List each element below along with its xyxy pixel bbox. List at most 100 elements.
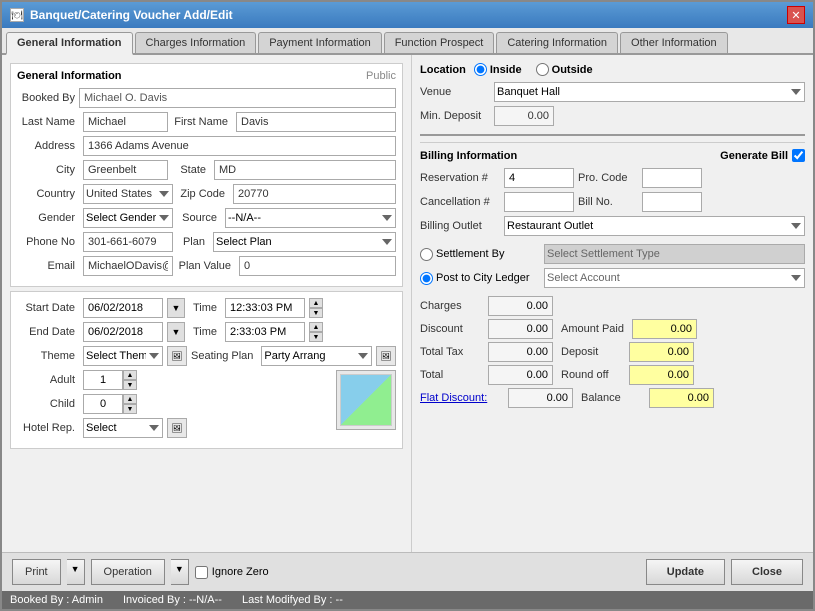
settlement-by-radio-label[interactable]: Settlement By (420, 248, 540, 261)
end-date-input[interactable] (83, 322, 163, 342)
title-bar-left: 🍽 Banquet/Catering Voucher Add/Edit (10, 8, 233, 22)
phone-label: Phone No (17, 236, 79, 248)
phone-plan-row: Phone No Plan Select Plan (17, 232, 396, 252)
tab-general-information[interactable]: General Information (6, 32, 133, 55)
city-ledger-radio-label[interactable]: Post to City Ledger (420, 272, 540, 285)
settlement-section: Settlement By Select Settlement Type Pos… (420, 244, 805, 288)
end-time-down-btn[interactable]: ▼ (309, 332, 323, 342)
child-row: Child ▲ ▼ (17, 394, 324, 414)
print-arrow-button[interactable]: ▼ (67, 559, 85, 585)
state-label: State (172, 164, 210, 176)
source-select[interactable]: --N/A-- (225, 208, 396, 228)
start-time-down-btn[interactable]: ▼ (309, 308, 323, 318)
close-button[interactable]: ✕ (787, 6, 805, 24)
tab-payment-information[interactable]: Payment Information (258, 32, 382, 53)
phone-input[interactable] (83, 232, 173, 252)
gender-select[interactable]: Select Gender (83, 208, 173, 228)
balance-input[interactable] (649, 388, 714, 408)
city-ledger-radio[interactable] (420, 272, 433, 285)
inside-label: Inside (490, 64, 522, 76)
end-date-picker-btn[interactable]: ▼ (167, 322, 185, 342)
child-up-btn[interactable]: ▲ (123, 394, 137, 404)
settlement-type-select[interactable]: Select Settlement Type (544, 244, 805, 264)
discount-input[interactable] (488, 319, 553, 339)
cancellation-input[interactable] (504, 192, 574, 212)
discount-row: Discount Amount Paid (420, 319, 805, 339)
reservation-label: Reservation # (420, 172, 500, 184)
city-input[interactable] (83, 160, 168, 180)
outside-radio[interactable] (536, 63, 549, 76)
country-select[interactable]: United States (83, 184, 173, 204)
seating-select[interactable]: Party Arrang (261, 346, 372, 366)
gender-label: Gender (17, 212, 79, 224)
billing-outlet-select[interactable]: Restaurant Outlet (504, 216, 805, 236)
start-time-up-btn[interactable]: ▲ (309, 298, 323, 308)
ignore-zero-checkbox[interactable] (195, 566, 208, 579)
adult-down-btn[interactable]: ▼ (123, 380, 137, 390)
first-name-input[interactable] (236, 112, 396, 132)
end-time-up-btn[interactable]: ▲ (309, 322, 323, 332)
general-info-box: General Information Public Booked By Las… (10, 63, 403, 287)
tab-other-information[interactable]: Other Information (620, 32, 728, 53)
adult-input[interactable] (83, 370, 123, 390)
email-input[interactable] (83, 256, 173, 276)
main-content: General Information Public Booked By Las… (2, 55, 813, 552)
tab-charges-information[interactable]: Charges Information (135, 32, 257, 53)
hotel-rep-select[interactable]: Select (83, 418, 163, 438)
flat-discount-input[interactable] (508, 388, 573, 408)
adult-up-btn[interactable]: ▲ (123, 370, 137, 380)
round-off-label: Round off (561, 369, 621, 381)
bill-no-input[interactable] (642, 192, 702, 212)
tab-function-prospect[interactable]: Function Prospect (384, 32, 495, 53)
state-input[interactable] (214, 160, 396, 180)
min-deposit-input[interactable] (494, 106, 554, 126)
ignore-zero-label[interactable]: Ignore Zero (195, 566, 269, 579)
outside-radio-label[interactable]: Outside (536, 63, 593, 76)
plan-label: Plan (177, 236, 209, 248)
discount-label: Discount (420, 323, 480, 335)
seating-img-btn[interactable]: 🖼 (376, 346, 396, 366)
plan-value-input[interactable] (239, 256, 396, 276)
print-button[interactable]: Print (12, 559, 61, 585)
close-main-button[interactable]: Close (731, 559, 803, 585)
start-date-input[interactable] (83, 298, 163, 318)
round-off-input[interactable] (629, 365, 694, 385)
hotel-rep-img-btn[interactable]: 🖼 (167, 418, 187, 438)
zip-input[interactable] (233, 184, 396, 204)
plan-select[interactable]: Select Plan (213, 232, 396, 252)
location-title: Location (420, 64, 466, 76)
amount-paid-input[interactable] (632, 319, 697, 339)
child-input[interactable] (83, 394, 123, 414)
inside-radio-label[interactable]: Inside (474, 63, 522, 76)
child-spin: ▲ ▼ (123, 394, 137, 414)
tax-row: Total Tax Deposit (420, 342, 805, 362)
update-button[interactable]: Update (646, 559, 725, 585)
reservation-row: Reservation # Pro. Code (420, 168, 805, 188)
generate-bill-checkbox[interactable] (792, 149, 805, 162)
operation-arrow-button[interactable]: ▼ (171, 559, 189, 585)
charges-input[interactable] (488, 296, 553, 316)
adult-label: Adult (17, 374, 79, 386)
theme-select[interactable]: Select Theme (83, 346, 163, 366)
last-name-input[interactable] (83, 112, 168, 132)
tab-catering-information[interactable]: Catering Information (496, 32, 618, 53)
start-time-input[interactable] (225, 298, 305, 318)
venue-select[interactable]: Banquet Hall (494, 82, 805, 102)
total-tax-input[interactable] (488, 342, 553, 362)
flat-discount-label[interactable]: Flat Discount: (420, 392, 500, 404)
child-down-btn[interactable]: ▼ (123, 404, 137, 414)
booked-by-input[interactable] (79, 88, 396, 108)
settlement-by-radio[interactable] (420, 248, 433, 261)
operation-button[interactable]: Operation (91, 559, 165, 585)
reservation-input[interactable] (504, 168, 574, 188)
inside-radio[interactable] (474, 63, 487, 76)
deposit-input[interactable] (629, 342, 694, 362)
address-input[interactable] (83, 136, 396, 156)
end-time-input[interactable] (225, 322, 305, 342)
theme-label: Theme (17, 350, 79, 362)
theme-img-btn[interactable]: 🖼 (167, 346, 187, 366)
start-date-picker-btn[interactable]: ▼ (167, 298, 185, 318)
total-input[interactable] (488, 365, 553, 385)
account-select[interactable]: Select Account (544, 268, 805, 288)
pro-code-input[interactable] (642, 168, 702, 188)
